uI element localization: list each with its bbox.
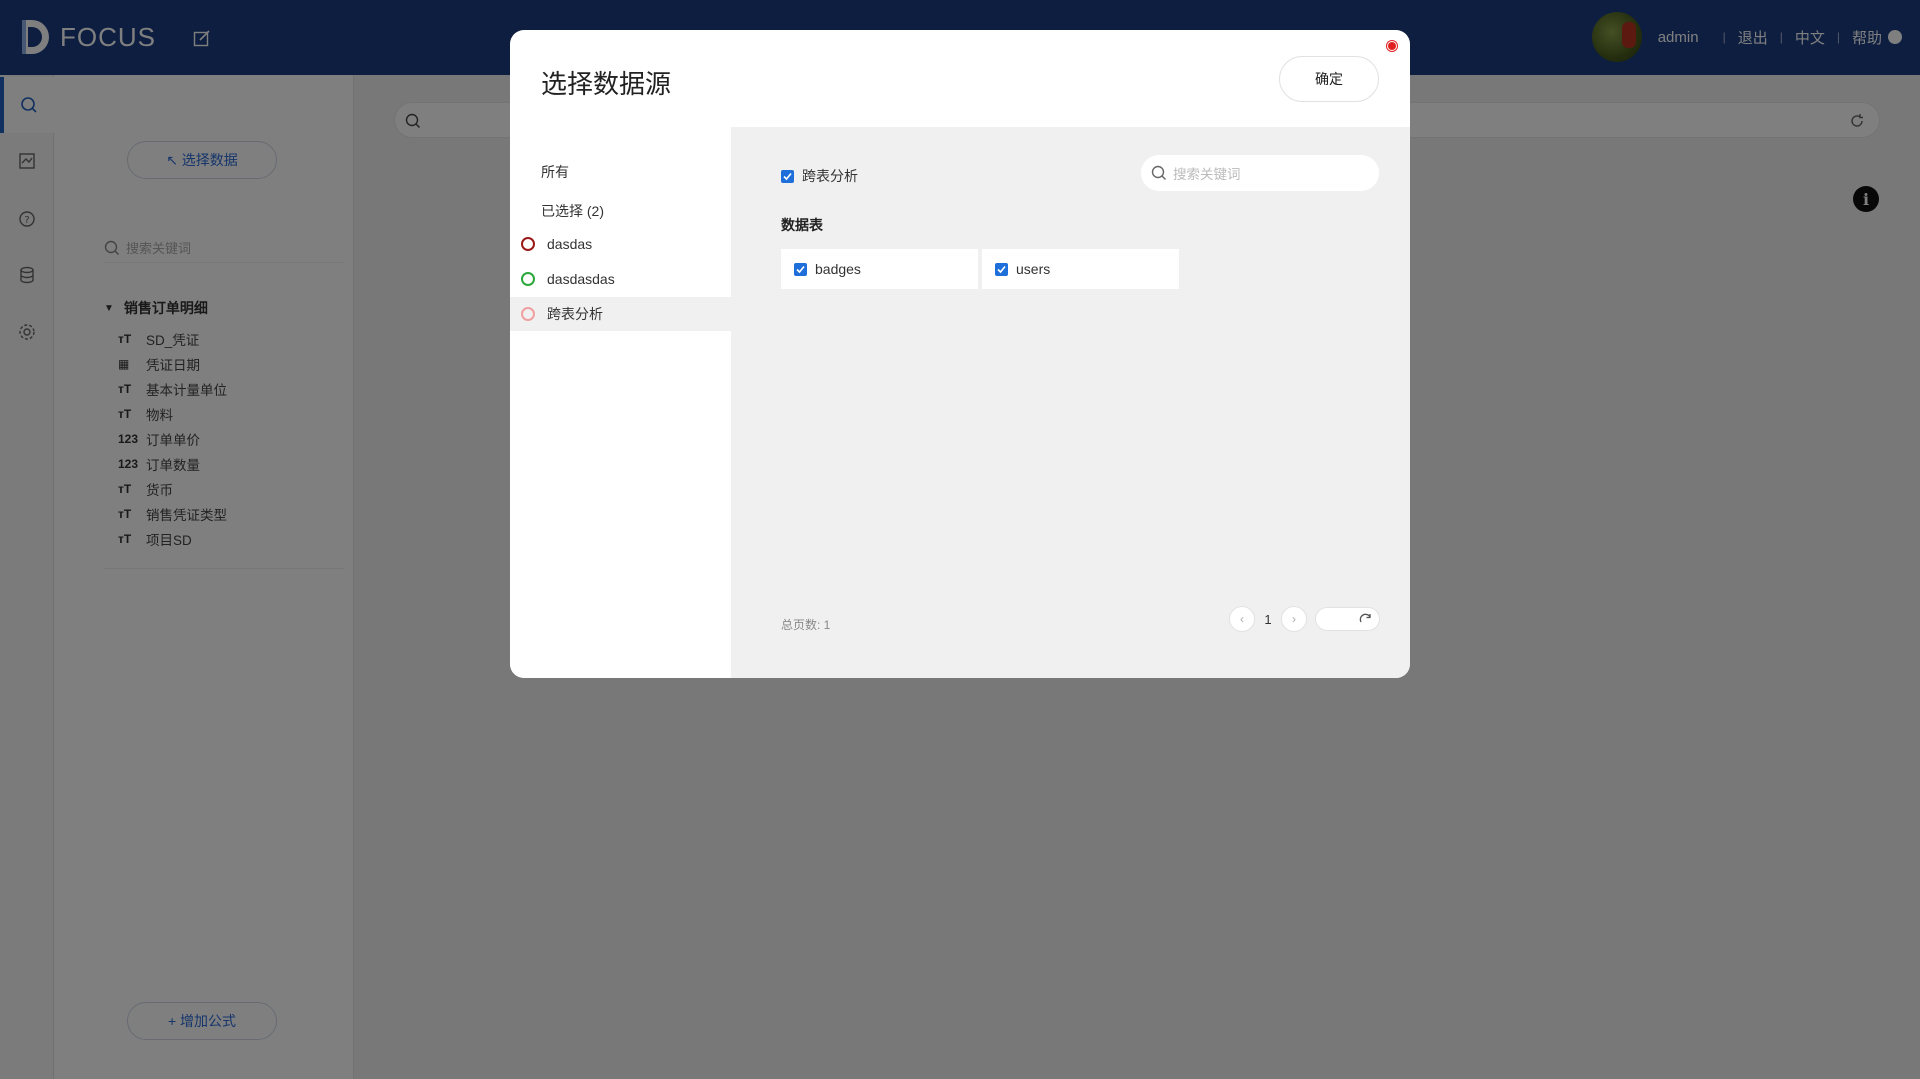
source-name: dasdasdas [547, 271, 615, 287]
select-datasource-dialog: 选择数据源 确定 所有 已选择 (2) dasdas dasdasdas 跨表分… [510, 30, 1410, 678]
table-item[interactable]: badges [781, 249, 978, 289]
source-item[interactable]: dasdas [510, 227, 731, 261]
source-item[interactable]: dasdasdas [510, 262, 731, 296]
checkbox-checked-icon[interactable] [794, 262, 807, 276]
close-icon[interactable] [1387, 41, 1397, 51]
current-source-label: 跨表分析 [802, 168, 858, 184]
status-ring-icon [521, 307, 535, 321]
prev-page-button[interactable]: ‹ [1229, 606, 1255, 632]
table-select-panel: 跨表分析 搜索关键词 数据表 badges users 总页数: 1 ‹ 1 › [731, 127, 1410, 678]
page-jump-input[interactable] [1315, 607, 1380, 631]
table-item[interactable]: users [982, 249, 1179, 289]
total-pages: 总页数: 1 [781, 618, 831, 632]
select-all-checkbox[interactable]: 跨表分析 [781, 166, 858, 186]
section-label: 数据表 [781, 217, 823, 233]
table-name: badges [815, 261, 861, 277]
current-page: 1 [1264, 611, 1272, 627]
filter-selected[interactable]: 已选择 (2) [541, 201, 604, 221]
source-name: dasdas [547, 236, 593, 252]
source-item-active[interactable]: 跨表分析 [510, 297, 731, 331]
table-name: users [1016, 261, 1051, 277]
status-ring-icon [521, 272, 535, 286]
pagination: ‹ 1 › [1229, 606, 1380, 632]
source-name: 跨表分析 [547, 306, 603, 322]
table-search-input[interactable]: 搜索关键词 [1141, 155, 1379, 191]
filter-all[interactable]: 所有 [541, 162, 569, 182]
status-ring-icon [521, 237, 535, 251]
search-icon [1151, 165, 1166, 180]
dialog-title: 选择数据源 [541, 69, 672, 99]
next-page-button[interactable]: › [1281, 606, 1307, 632]
confirm-button[interactable]: 确定 [1279, 56, 1379, 102]
search-placeholder: 搜索关键词 [1173, 167, 1241, 182]
checkbox-checked-icon[interactable] [781, 169, 794, 183]
source-list-panel: 所有 已选择 (2) dasdas dasdasdas 跨表分析 [510, 127, 731, 678]
checkbox-checked-icon[interactable] [995, 262, 1008, 276]
jump-icon [1359, 613, 1371, 623]
